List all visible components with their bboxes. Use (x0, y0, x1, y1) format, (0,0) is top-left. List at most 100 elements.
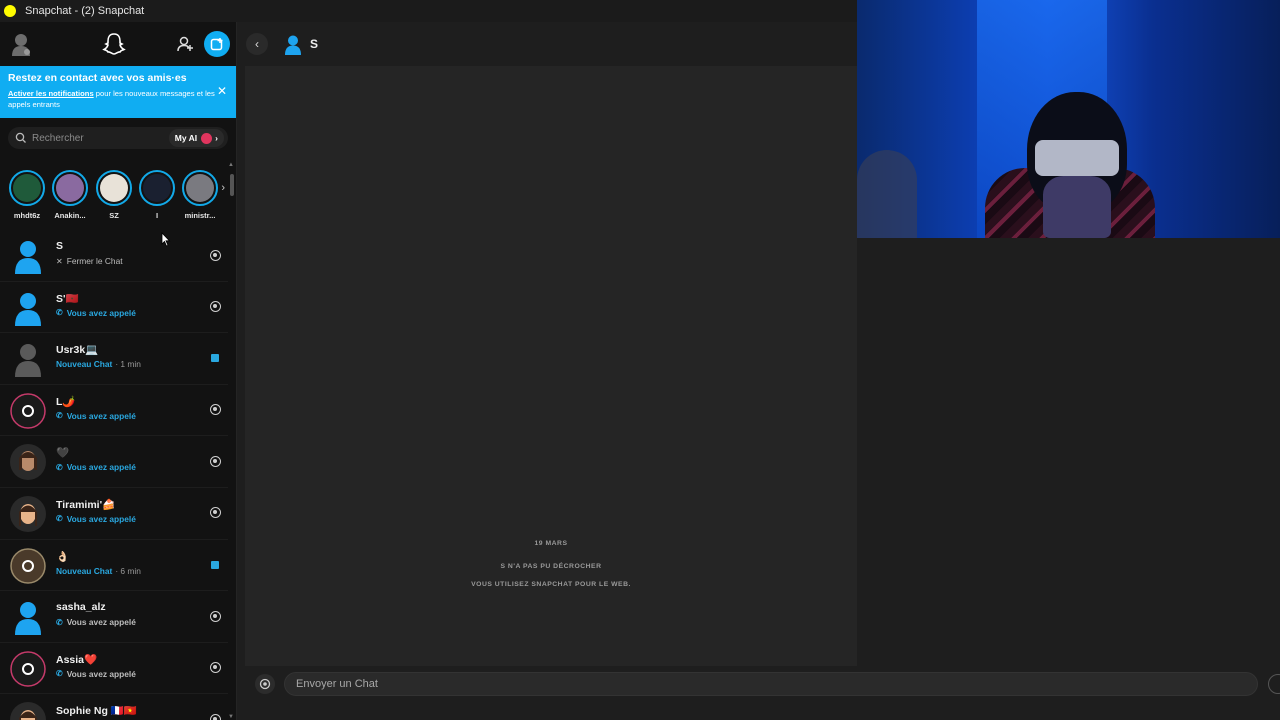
story-item[interactable]: Anakin... (51, 170, 89, 220)
chat-avatar[interactable] (10, 547, 46, 584)
chat-bubble-icon[interactable] (208, 558, 222, 572)
chat-status[interactable]: ✕ Fermer le Chat (56, 256, 123, 266)
chat-avatar[interactable] (10, 651, 46, 687)
webcam-person-face (1043, 176, 1111, 238)
my-ai-button[interactable]: My AI › (168, 129, 224, 147)
camera-icon (259, 678, 271, 690)
search-input[interactable]: Rechercher My AI › (8, 127, 228, 149)
camera-icon[interactable] (208, 712, 222, 720)
phone-call-icon: ✆ (56, 308, 63, 318)
scrollbar-thumb[interactable] (230, 174, 234, 196)
chat-list-item[interactable]: 👌🏻 Nouveau Chat · 6 min (0, 540, 228, 592)
message-input[interactable]: Envoyer un Chat (284, 672, 1258, 696)
stories-row: › mhdt6z Anakin... SZ Iministr... (0, 166, 228, 226)
chat-list-item[interactable]: 🖤 ✆ Vous avez appelé (0, 436, 228, 488)
chat-avatar[interactable] (10, 444, 46, 481)
story-ring (96, 170, 132, 206)
story-item[interactable]: ministr... (181, 170, 219, 220)
webcam-person-cap (1035, 140, 1119, 176)
my-ai-avatar (201, 132, 213, 144)
camera-icon[interactable] (208, 248, 222, 262)
camera-button[interactable] (255, 674, 275, 694)
chat-status: Nouveau Chat · 6 min (56, 566, 141, 576)
story-name: mhdt6z (13, 211, 41, 220)
chat-status-time: · 6 min (115, 565, 141, 576)
chat-name: 🖤 (56, 447, 70, 460)
chat-list-item[interactable]: Tiramimi'🍰 ✆ Vous avez appelé (0, 488, 228, 540)
search-placeholder: Rechercher (32, 132, 84, 144)
chat-name: sasha_alz (56, 601, 106, 614)
contact-avatar[interactable] (282, 33, 304, 55)
chat-status-text: Vous avez appelé (66, 617, 136, 628)
story-name: SZ (109, 211, 119, 220)
emoji-button[interactable] (1268, 674, 1280, 694)
sidebar-scrollbar[interactable]: ▲ ▼ (228, 162, 236, 720)
system-message: VOUS UTILISEZ SNAPCHAT POUR LE WEB. (471, 581, 631, 588)
story-thumbnail (186, 174, 214, 202)
chat-list-item[interactable]: L🌶️ ✆ Vous avez appelé (0, 385, 228, 437)
story-name: Anakin... (54, 211, 86, 220)
phone-call-icon: ✆ (56, 411, 63, 421)
chat-avatar[interactable] (10, 341, 46, 378)
close-icon: ✕ (56, 256, 63, 266)
story-item[interactable]: SZ (95, 170, 133, 220)
chat-avatar[interactable] (10, 393, 46, 429)
chat-status-text: Vous avez appelé (66, 307, 136, 318)
my-ai-label: My AI (174, 133, 198, 143)
chat-avatar[interactable] (10, 238, 46, 274)
snapchat-app-icon (4, 5, 16, 17)
story-item[interactable]: mhdt6z (8, 170, 46, 220)
chat-status-text: Vous avez appelé (66, 668, 136, 679)
enable-notifications-link[interactable]: Activer les notifications (8, 89, 94, 98)
back-button[interactable]: ‹ (246, 33, 268, 55)
story-thumbnail (56, 174, 84, 202)
story-ring (52, 170, 88, 206)
webcam-object (857, 150, 917, 238)
camera-icon[interactable] (208, 300, 222, 314)
chat-name: S (56, 240, 64, 252)
camera-icon[interactable] (208, 403, 222, 417)
close-icon[interactable]: ✕ (217, 84, 227, 98)
chat-bubble-icon[interactable] (208, 351, 222, 365)
chat-status-text: Fermer le Chat (66, 256, 123, 266)
chat-avatar[interactable] (10, 495, 46, 532)
story-item[interactable]: I (138, 170, 176, 220)
phone-call-icon: ✆ (56, 617, 63, 627)
chat-list-item[interactable]: Sophie Ng 🇫🇷🇻🇳 (0, 694, 228, 720)
profile-avatar-icon[interactable] (8, 31, 34, 57)
chevron-right-icon[interactable]: › (221, 182, 225, 194)
chat-status-text: Vous avez appelé (66, 410, 136, 421)
webcam-overlay (857, 0, 1280, 238)
chat-list-item[interactable]: S'🇲🇦 ✆ Vous avez appelé (0, 282, 228, 334)
chat-status: Nouveau Chat · 1 min (56, 359, 141, 369)
camera-icon[interactable] (208, 506, 222, 520)
contact-name[interactable]: S (310, 37, 318, 51)
chat-avatar[interactable] (10, 290, 46, 326)
chat-list: S ✕ Fermer le Chat S'🇲🇦 ✆ Vous avez appelé Usr… (0, 230, 228, 720)
chat-list-item[interactable]: sasha_alz ✆ Vous avez appelé (0, 591, 228, 643)
camera-icon[interactable] (208, 454, 222, 468)
chat-list-item[interactable]: S ✕ Fermer le Chat (0, 230, 228, 282)
messages-area: 19 MARS S N'A PAS PU DÉCROCHER VOUS UTIL… (245, 66, 857, 666)
chat-status-time: · 1 min (115, 359, 141, 370)
chat-name: 👌🏻 (56, 550, 70, 563)
story-name: ministr... (184, 211, 216, 220)
chat-list-item[interactable]: Assia❤️ ✆ Vous avez appelé (0, 643, 228, 695)
snapchat-ghost-icon[interactable] (101, 31, 127, 57)
story-thumbnail (100, 174, 128, 202)
sidebar: Restez en contact avec vos amis·es Activ… (0, 22, 237, 720)
chat-status-text: Nouveau Chat (56, 359, 113, 370)
scroll-up-arrow[interactable]: ▲ (228, 162, 234, 168)
camera-icon[interactable] (208, 609, 222, 623)
scroll-down-arrow[interactable]: ▼ (228, 714, 234, 720)
chat-list-item[interactable]: Usr3k💻 Nouveau Chat · 1 min (0, 333, 228, 385)
camera-icon[interactable] (208, 661, 222, 675)
chat-avatar[interactable] (10, 599, 46, 636)
story-ring (182, 170, 218, 206)
new-chat-icon[interactable] (204, 31, 230, 57)
conversation-header: ‹ S (237, 22, 857, 66)
banner-title: Restez en contact avec vos amis·es (8, 72, 187, 84)
add-friend-icon[interactable] (172, 31, 198, 57)
chat-avatar[interactable] (10, 702, 46, 720)
top-navigation (0, 22, 236, 66)
